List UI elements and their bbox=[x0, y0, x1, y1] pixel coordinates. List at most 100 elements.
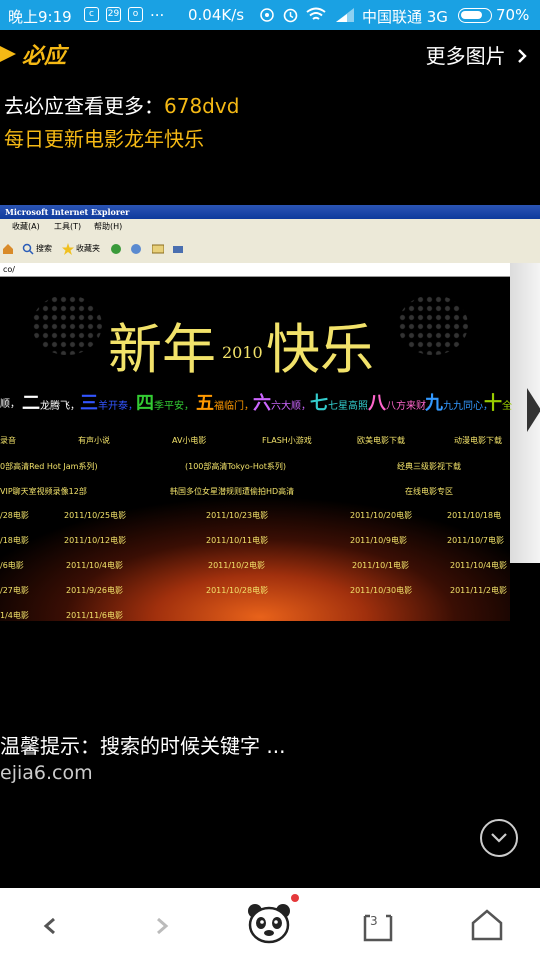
source-link-line[interactable]: 去必应查看更多：678dvd bbox=[4, 90, 239, 119]
notification-dot bbox=[291, 894, 299, 902]
webpage-link: 韩国多位女星潜规则遭偷拍HD高清 bbox=[170, 487, 295, 496]
battery-icon bbox=[458, 8, 492, 23]
wish-item: 四季平安， bbox=[136, 393, 194, 414]
image-caption[interactable]: 温馨提示：搜索的时候关键字 ... bbox=[0, 730, 285, 759]
ie-window-title: Microsoft Internet Explorer bbox=[0, 205, 540, 219]
webpage-link: /28电影 bbox=[0, 511, 29, 520]
new-year-text-left: 新年 bbox=[108, 318, 216, 381]
media-icon bbox=[111, 244, 121, 254]
ie-address-bar: co/ bbox=[0, 263, 510, 277]
status-bar: 晚上9:19 c 29 o ... 0.04K/s 中国联通 3G 70% bbox=[0, 0, 540, 30]
forward-button[interactable] bbox=[122, 888, 202, 960]
webpage-link: 2011/10/12电影 bbox=[64, 536, 127, 545]
chevron-right-icon bbox=[518, 49, 527, 63]
ie-toolbar-search: 搜索 bbox=[36, 244, 52, 253]
ie-menu-item: 收藏(A) bbox=[12, 222, 40, 231]
webpage-link: 经典三级影视下载 bbox=[397, 462, 461, 471]
brand-name: 必应 bbox=[22, 44, 67, 69]
image-preview[interactable]: Microsoft Internet Explorer 收藏(A) 工具(T) … bbox=[0, 205, 540, 621]
alarm-icon bbox=[283, 8, 298, 23]
nfc-icon bbox=[260, 8, 274, 22]
search-icon bbox=[22, 243, 34, 255]
calendar-icon: 29 bbox=[106, 7, 121, 22]
webpage-link: 在线电影专区 bbox=[405, 487, 453, 496]
webpage-link: 2011/10/18电 bbox=[447, 511, 502, 520]
status-time: 晚上9:19 bbox=[8, 8, 72, 26]
webpage-link: 2011/10/2电影 bbox=[208, 561, 266, 570]
carrier-label: 中国联通 3G bbox=[362, 8, 448, 26]
wish-item: 二龙腾飞， bbox=[22, 393, 80, 414]
expand-down-button[interactable] bbox=[480, 819, 518, 857]
back-button[interactable] bbox=[12, 888, 92, 960]
history-icon bbox=[131, 244, 141, 254]
webpage-link: /27电影 bbox=[0, 586, 29, 595]
webpage-link: /6电影 bbox=[0, 561, 24, 570]
ie-menu-item: 工具(T) bbox=[54, 222, 82, 231]
webpage-link: 2011/10/4电影 bbox=[66, 561, 124, 570]
firework-decoration bbox=[398, 295, 468, 355]
webpage-link: 2011/10/1电影 bbox=[352, 561, 410, 570]
app-icon: c bbox=[84, 7, 99, 22]
tab-count: 3 bbox=[370, 914, 378, 928]
ie-toolbar-favorites: 收藏夹 bbox=[76, 244, 100, 253]
webpage-link: 2011/11/6电影 bbox=[66, 611, 124, 620]
webpage-link: VIP聊天室视频录像12部 bbox=[0, 487, 87, 496]
ie-toolbar: 搜索 收藏夹 bbox=[0, 235, 540, 264]
webpage-link: 录音 bbox=[0, 436, 16, 445]
battery-level: 70% bbox=[496, 6, 530, 24]
webpage-link: 2011/9/26电影 bbox=[66, 586, 124, 595]
network-speed: 0.04K/s bbox=[188, 6, 245, 24]
wish-item: 三羊开泰， bbox=[80, 393, 138, 414]
print-icon bbox=[173, 246, 183, 253]
app-icon: o bbox=[128, 7, 143, 22]
back-icon bbox=[43, 917, 55, 935]
webpage-link: 2011/10/9电影 bbox=[350, 536, 408, 545]
signal-icon bbox=[336, 8, 354, 22]
firework-decoration bbox=[32, 295, 102, 355]
panda-icon bbox=[248, 904, 290, 944]
tabs-icon bbox=[363, 914, 393, 942]
source-subtitle: 每日更新电影龙年快乐 bbox=[4, 127, 204, 151]
new-year-year: 2010 bbox=[222, 343, 263, 362]
webpage-link: AV小电影 bbox=[172, 436, 207, 445]
wish-item: 九九九同心， bbox=[425, 393, 493, 414]
webpage-link: FLASH小游戏 bbox=[262, 436, 312, 445]
webpage-link: 2011/10/30电影 bbox=[350, 586, 413, 595]
home-icon bbox=[471, 909, 503, 941]
source-link-code: 678dvd bbox=[164, 94, 240, 118]
ie-menu-item: 帮助(H) bbox=[94, 222, 123, 231]
webpage-link: 2011/10/20电影 bbox=[350, 511, 413, 520]
more-images-label: 更多图片 bbox=[425, 44, 506, 68]
wish-fragment: 顺， bbox=[0, 399, 20, 410]
ie-menu-bar: 收藏(A) 工具(T) 帮助(H) bbox=[0, 219, 540, 235]
webpage-link: 2011/10/11电影 bbox=[206, 536, 269, 545]
home-button[interactable] bbox=[446, 888, 526, 960]
star-icon bbox=[62, 243, 74, 255]
webpage-link: 1/4电影 bbox=[0, 611, 29, 620]
wish-item: 十全 bbox=[484, 393, 512, 414]
webpage-link: 2011/11/2电影 bbox=[450, 586, 508, 595]
image-source-domain[interactable]: ejia6.com bbox=[0, 762, 93, 784]
next-arrow-icon bbox=[527, 388, 540, 432]
home-icon bbox=[3, 244, 13, 254]
webpage-link: 有声小说 bbox=[78, 436, 110, 445]
more-images-link[interactable]: 更多图片 bbox=[426, 40, 528, 69]
wifi-icon bbox=[306, 7, 326, 20]
webpage-link: 2011/10/28电影 bbox=[206, 586, 269, 595]
new-year-text-right: 快乐 bbox=[266, 318, 374, 381]
wish-item: 六六大顺， bbox=[253, 393, 311, 414]
source-link-prefix: 去必应查看更多： bbox=[4, 94, 164, 118]
mail-icon bbox=[152, 244, 164, 254]
forward-icon bbox=[157, 917, 169, 935]
bing-logo-icon bbox=[0, 46, 16, 62]
webpage-link: (100部高清Tokyo-Hot系列) bbox=[185, 462, 286, 471]
webpage-link: 2011/10/4电影 bbox=[450, 561, 508, 570]
webpage-link: 2011/10/7电影 bbox=[447, 536, 505, 545]
webpage-link: 欧美电影下载 bbox=[357, 436, 405, 445]
status-dots: ... bbox=[150, 2, 165, 20]
tabs-button[interactable] bbox=[338, 888, 418, 960]
bottom-navigation: 3 bbox=[0, 888, 540, 960]
webpage-link: 2011/10/25电影 bbox=[64, 511, 127, 520]
chevron-down-icon bbox=[491, 833, 507, 843]
webpage-link: /18电影 bbox=[0, 536, 29, 545]
